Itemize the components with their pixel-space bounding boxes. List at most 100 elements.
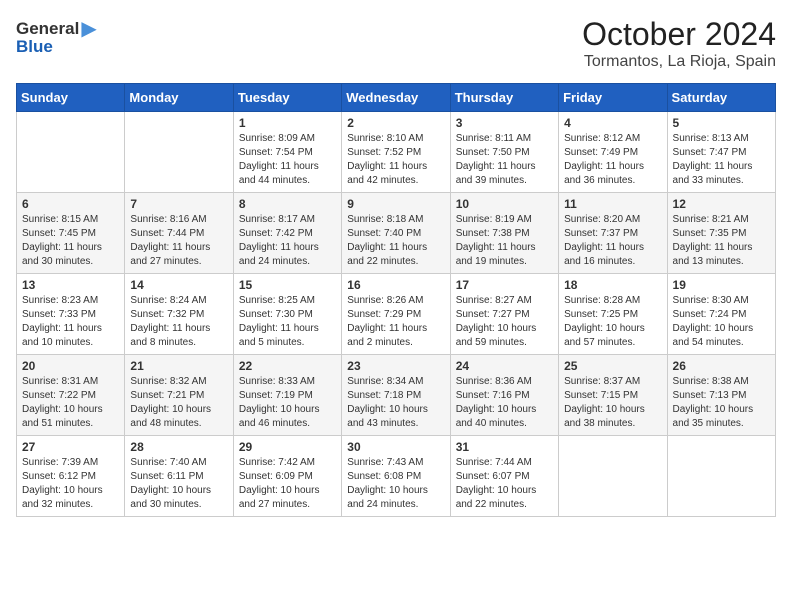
cell-content: Sunrise: 8:20 AM Sunset: 7:37 PM Dayligh… bbox=[564, 213, 661, 269]
cell-content: Sunrise: 8:21 AM Sunset: 7:35 PM Dayligh… bbox=[673, 213, 770, 269]
calendar-cell: 23 Sunrise: 8:34 AM Sunset: 7:18 PM Dayl… bbox=[342, 355, 450, 436]
calendar-cell: 8 Sunrise: 8:17 AM Sunset: 7:42 PM Dayli… bbox=[233, 193, 341, 274]
day-number: 11 bbox=[564, 197, 661, 211]
sunset-text: Sunset: 7:49 PM bbox=[564, 147, 638, 158]
calendar-table: SundayMondayTuesdayWednesdayThursdayFrid… bbox=[16, 83, 776, 517]
sunset-text: Sunset: 7:15 PM bbox=[564, 390, 638, 401]
day-number: 9 bbox=[347, 197, 444, 211]
weekday-header: Thursday bbox=[450, 84, 558, 112]
sunrise-text: Sunrise: 8:13 AM bbox=[673, 133, 749, 144]
daylight-text: Daylight: 11 hours and 24 minutes. bbox=[239, 242, 319, 267]
sunrise-text: Sunrise: 8:24 AM bbox=[130, 295, 206, 306]
sunset-text: Sunset: 7:35 PM bbox=[673, 228, 747, 239]
sunrise-text: Sunrise: 7:40 AM bbox=[130, 457, 206, 468]
sunrise-text: Sunrise: 8:25 AM bbox=[239, 295, 315, 306]
cell-content: Sunrise: 8:16 AM Sunset: 7:44 PM Dayligh… bbox=[130, 213, 227, 269]
sunset-text: Sunset: 6:11 PM bbox=[130, 471, 203, 482]
daylight-text: Daylight: 11 hours and 33 minutes. bbox=[673, 161, 753, 186]
daylight-text: Daylight: 10 hours and 24 minutes. bbox=[347, 485, 428, 510]
page-header: General ▶ Blue October 2024 Tormantos, L… bbox=[16, 16, 776, 71]
calendar-cell: 14 Sunrise: 8:24 AM Sunset: 7:32 PM Dayl… bbox=[125, 274, 233, 355]
cell-content: Sunrise: 8:38 AM Sunset: 7:13 PM Dayligh… bbox=[673, 375, 770, 431]
sunrise-text: Sunrise: 8:12 AM bbox=[564, 133, 640, 144]
calendar-cell: 21 Sunrise: 8:32 AM Sunset: 7:21 PM Dayl… bbox=[125, 355, 233, 436]
calendar-cell: 27 Sunrise: 7:39 AM Sunset: 6:12 PM Dayl… bbox=[17, 436, 125, 517]
calendar-cell: 1 Sunrise: 8:09 AM Sunset: 7:54 PM Dayli… bbox=[233, 112, 341, 193]
sunset-text: Sunset: 7:50 PM bbox=[456, 147, 530, 158]
sunrise-text: Sunrise: 8:26 AM bbox=[347, 295, 423, 306]
calendar-cell: 5 Sunrise: 8:13 AM Sunset: 7:47 PM Dayli… bbox=[667, 112, 775, 193]
day-number: 31 bbox=[456, 440, 553, 454]
cell-content: Sunrise: 8:17 AM Sunset: 7:42 PM Dayligh… bbox=[239, 213, 336, 269]
cell-content: Sunrise: 7:39 AM Sunset: 6:12 PM Dayligh… bbox=[22, 456, 119, 512]
logo: General ▶ Blue bbox=[16, 16, 97, 57]
calendar-week-row: 1 Sunrise: 8:09 AM Sunset: 7:54 PM Dayli… bbox=[17, 112, 776, 193]
daylight-text: Daylight: 11 hours and 36 minutes. bbox=[564, 161, 644, 186]
cell-content: Sunrise: 7:40 AM Sunset: 6:11 PM Dayligh… bbox=[130, 456, 227, 512]
daylight-text: Daylight: 11 hours and 30 minutes. bbox=[22, 242, 102, 267]
day-number: 6 bbox=[22, 197, 119, 211]
sunrise-text: Sunrise: 8:10 AM bbox=[347, 133, 423, 144]
calendar-week-row: 13 Sunrise: 8:23 AM Sunset: 7:33 PM Dayl… bbox=[17, 274, 776, 355]
cell-content: Sunrise: 8:15 AM Sunset: 7:45 PM Dayligh… bbox=[22, 213, 119, 269]
day-number: 1 bbox=[239, 116, 336, 130]
sunset-text: Sunset: 7:13 PM bbox=[673, 390, 747, 401]
calendar-cell: 19 Sunrise: 8:30 AM Sunset: 7:24 PM Dayl… bbox=[667, 274, 775, 355]
cell-content: Sunrise: 8:18 AM Sunset: 7:40 PM Dayligh… bbox=[347, 213, 444, 269]
sunset-text: Sunset: 7:16 PM bbox=[456, 390, 530, 401]
cell-content: Sunrise: 8:30 AM Sunset: 7:24 PM Dayligh… bbox=[673, 294, 770, 350]
daylight-text: Daylight: 11 hours and 19 minutes. bbox=[456, 242, 536, 267]
day-number: 30 bbox=[347, 440, 444, 454]
sunrise-text: Sunrise: 8:33 AM bbox=[239, 376, 315, 387]
calendar-cell: 6 Sunrise: 8:15 AM Sunset: 7:45 PM Dayli… bbox=[17, 193, 125, 274]
sunset-text: Sunset: 7:37 PM bbox=[564, 228, 638, 239]
daylight-text: Daylight: 11 hours and 2 minutes. bbox=[347, 323, 427, 348]
day-number: 24 bbox=[456, 359, 553, 373]
cell-content: Sunrise: 8:31 AM Sunset: 7:22 PM Dayligh… bbox=[22, 375, 119, 431]
day-number: 14 bbox=[130, 278, 227, 292]
calendar-cell: 3 Sunrise: 8:11 AM Sunset: 7:50 PM Dayli… bbox=[450, 112, 558, 193]
daylight-text: Daylight: 10 hours and 32 minutes. bbox=[22, 485, 103, 510]
sunrise-text: Sunrise: 7:43 AM bbox=[347, 457, 423, 468]
sunset-text: Sunset: 7:44 PM bbox=[130, 228, 204, 239]
daylight-text: Daylight: 10 hours and 35 minutes. bbox=[673, 404, 754, 429]
sunrise-text: Sunrise: 8:19 AM bbox=[456, 214, 532, 225]
daylight-text: Daylight: 10 hours and 57 minutes. bbox=[564, 323, 645, 348]
weekday-header: Wednesday bbox=[342, 84, 450, 112]
calendar-cell: 24 Sunrise: 8:36 AM Sunset: 7:16 PM Dayl… bbox=[450, 355, 558, 436]
day-number: 8 bbox=[239, 197, 336, 211]
cell-content: Sunrise: 7:42 AM Sunset: 6:09 PM Dayligh… bbox=[239, 456, 336, 512]
calendar-cell: 26 Sunrise: 8:38 AM Sunset: 7:13 PM Dayl… bbox=[667, 355, 775, 436]
cell-content: Sunrise: 8:33 AM Sunset: 7:19 PM Dayligh… bbox=[239, 375, 336, 431]
cell-content: Sunrise: 8:27 AM Sunset: 7:27 PM Dayligh… bbox=[456, 294, 553, 350]
day-number: 3 bbox=[456, 116, 553, 130]
sunrise-text: Sunrise: 8:11 AM bbox=[456, 133, 531, 144]
sunset-text: Sunset: 7:32 PM bbox=[130, 309, 204, 320]
calendar-cell: 7 Sunrise: 8:16 AM Sunset: 7:44 PM Dayli… bbox=[125, 193, 233, 274]
daylight-text: Daylight: 11 hours and 10 minutes. bbox=[22, 323, 102, 348]
sunset-text: Sunset: 7:27 PM bbox=[456, 309, 530, 320]
cell-content: Sunrise: 8:37 AM Sunset: 7:15 PM Dayligh… bbox=[564, 375, 661, 431]
location-title: Tormantos, La Rioja, Spain bbox=[582, 53, 776, 71]
calendar-cell: 30 Sunrise: 7:43 AM Sunset: 6:08 PM Dayl… bbox=[342, 436, 450, 517]
day-number: 25 bbox=[564, 359, 661, 373]
calendar-cell: 25 Sunrise: 8:37 AM Sunset: 7:15 PM Dayl… bbox=[559, 355, 667, 436]
sunrise-text: Sunrise: 8:21 AM bbox=[673, 214, 749, 225]
daylight-text: Daylight: 11 hours and 16 minutes. bbox=[564, 242, 644, 267]
sunrise-text: Sunrise: 8:37 AM bbox=[564, 376, 640, 387]
daylight-text: Daylight: 10 hours and 59 minutes. bbox=[456, 323, 537, 348]
calendar-cell bbox=[667, 436, 775, 517]
calendar-cell: 29 Sunrise: 7:42 AM Sunset: 6:09 PM Dayl… bbox=[233, 436, 341, 517]
daylight-text: Daylight: 11 hours and 5 minutes. bbox=[239, 323, 319, 348]
cell-content: Sunrise: 8:34 AM Sunset: 7:18 PM Dayligh… bbox=[347, 375, 444, 431]
daylight-text: Daylight: 11 hours and 8 minutes. bbox=[130, 323, 210, 348]
day-number: 19 bbox=[673, 278, 770, 292]
month-title: October 2024 bbox=[582, 16, 776, 53]
sunset-text: Sunset: 7:18 PM bbox=[347, 390, 421, 401]
calendar-week-row: 6 Sunrise: 8:15 AM Sunset: 7:45 PM Dayli… bbox=[17, 193, 776, 274]
sunrise-text: Sunrise: 8:28 AM bbox=[564, 295, 640, 306]
logo-general-text: General bbox=[16, 19, 79, 39]
sunrise-text: Sunrise: 7:42 AM bbox=[239, 457, 315, 468]
sunrise-text: Sunrise: 8:30 AM bbox=[673, 295, 749, 306]
calendar-cell: 22 Sunrise: 8:33 AM Sunset: 7:19 PM Dayl… bbox=[233, 355, 341, 436]
